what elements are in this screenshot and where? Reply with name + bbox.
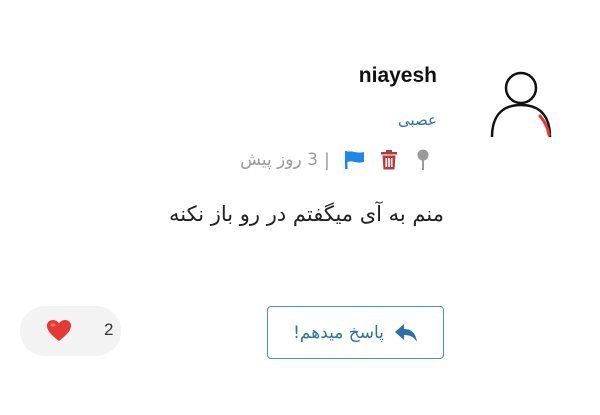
flag-icon[interactable] — [338, 146, 372, 174]
comment-time: 3 روز پیش — [240, 150, 318, 170]
comment-username[interactable]: niayesh — [300, 64, 437, 88]
like-button[interactable]: 2 — [20, 306, 121, 356]
heart-icon — [46, 319, 72, 343]
user-avatar-icon — [488, 68, 554, 140]
comment-body: منم به آی میگفتم در رو باز نکنه — [169, 202, 444, 226]
reply-button[interactable]: پاسخ میدهم! — [267, 306, 444, 359]
like-count: 2 — [104, 320, 114, 339]
meta-separator: | — [323, 149, 330, 171]
comment-mood: عصبی — [398, 111, 437, 129]
comment-meta: | 3 روز پیش — [240, 146, 440, 174]
reply-button-label: پاسخ میدهم! — [293, 322, 384, 343]
trash-icon[interactable] — [372, 146, 406, 174]
reply-arrow-icon — [394, 323, 418, 343]
pin-icon[interactable] — [406, 146, 440, 174]
